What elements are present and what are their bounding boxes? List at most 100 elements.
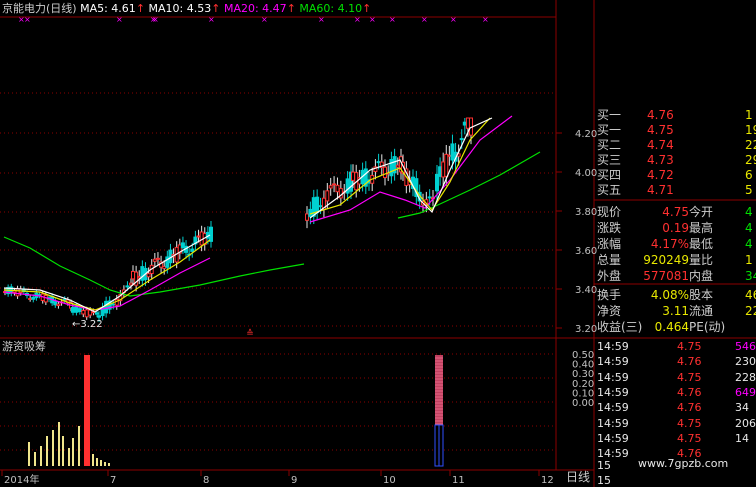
ma20-label: MA20: 4.47	[223, 2, 287, 15]
indicator-small-bar	[58, 422, 60, 466]
marker-icon: ×	[482, 15, 489, 24]
candle-body	[129, 282, 133, 286]
date-tick-label: 10	[383, 475, 396, 486]
stat-row-k1: 现价	[597, 205, 622, 219]
stat-row-v1: 4.17%	[650, 237, 689, 251]
candle-body	[84, 309, 89, 318]
candle-body	[88, 309, 93, 316]
candle-body	[318, 205, 323, 208]
trade-row-time: 14:59	[597, 340, 629, 353]
indicator-small-bar	[78, 426, 80, 466]
indicator-bars	[28, 355, 444, 467]
indicator-tick-label: 0.00	[572, 398, 594, 409]
price-tick-label: 3.80	[575, 207, 597, 218]
trade-row-price: 4.75	[677, 370, 702, 384]
candle-body	[315, 196, 320, 214]
trade-row-price: 4.76	[677, 385, 702, 399]
period-tab[interactable]: 日线	[566, 470, 590, 484]
stat-row-k1: 换手	[597, 288, 622, 302]
order-book-row: 买二 4.74 22	[597, 138, 756, 153]
stat-row-k2: 量比	[689, 253, 714, 267]
stat-row-k1: 净资	[597, 304, 622, 318]
order-book-row-label: 买二	[597, 138, 622, 152]
order-book-row-vol: 19	[745, 123, 756, 137]
order-book-row-label: 买一	[597, 123, 622, 137]
indicator-small-bar	[108, 463, 110, 466]
marker-icon: ×	[116, 15, 123, 24]
stat-row-v2: 22.	[745, 304, 756, 318]
stock-title: 京能电力(日线)	[2, 2, 77, 15]
ma20-line	[309, 115, 513, 223]
date-tick-label: 11	[452, 475, 465, 486]
candle-body	[444, 153, 449, 177]
stat-row: 收益(三) 0.464 PE(动)	[597, 320, 756, 335]
candle-body	[351, 171, 355, 181]
order-book-row-label: 买三	[597, 153, 622, 167]
indicator-small-bar	[62, 436, 64, 466]
stat-row-k2: 最高	[689, 221, 714, 235]
stat-row-k2: 今开	[689, 205, 714, 219]
candle-body	[383, 166, 387, 179]
marker-icon: ×	[450, 15, 457, 24]
price-tick-label: 4.00	[575, 168, 597, 179]
stat-row-v2: 4	[745, 237, 753, 251]
candle-body	[459, 138, 464, 141]
order-book-partial: 买一 4.76 1	[597, 108, 756, 123]
trade-row-vol: 546	[735, 340, 756, 353]
order-book-row-price: 4.74	[647, 138, 674, 152]
date-tick-label: 7	[110, 475, 116, 486]
ma10-label: MA10: 4.53	[148, 2, 212, 15]
trade-row-price: 4.75	[677, 340, 702, 353]
stat-row-k1: 总量	[597, 253, 622, 267]
marker-icon: ×	[318, 15, 325, 24]
stat-row-k1: 外盘	[597, 269, 622, 283]
ma20-arrow-icon: ↑	[286, 2, 296, 15]
ma60-arrow-icon: ↑	[362, 2, 372, 15]
indicator-signal-bar	[435, 355, 443, 425]
marker-icon: ×	[208, 15, 215, 24]
stat-row: 涨幅 4.17% 最低 4	[597, 237, 756, 252]
indicator-small-bar	[100, 460, 102, 466]
trade-row-partial: 15	[597, 474, 611, 487]
candle-body	[328, 185, 333, 189]
date-tick-label: 2014年	[4, 473, 39, 486]
order-book-row-price: 4.71	[647, 183, 674, 197]
candle-body	[56, 303, 61, 307]
candle-body	[447, 154, 452, 157]
trade-row-price: 4.76	[677, 355, 702, 369]
stat-row-v1: 920249	[643, 253, 689, 267]
candle-body	[465, 117, 470, 129]
order-book-row-price: 4.72	[647, 168, 674, 182]
candle-body	[53, 301, 58, 306]
marker-icon: ×	[389, 15, 396, 24]
trade-row: 14:59 4.76 649	[597, 385, 756, 400]
trade-row: 14:59 4.75 228	[597, 370, 756, 385]
ma5-arrow-icon: ↑	[135, 2, 146, 15]
indicator-small-bar	[46, 436, 48, 466]
trade-row-vol: 206	[735, 416, 756, 430]
stat-row-v1: 0.464	[654, 320, 689, 334]
indicator-small-bar	[104, 462, 106, 466]
trade-row: 14:59 4.76 34	[597, 400, 756, 415]
stat-row: 外盘 577081内盘 343	[597, 269, 756, 284]
date-tick-label: 12	[541, 475, 554, 486]
candle-body	[450, 143, 455, 161]
candle-body	[325, 190, 330, 202]
order-book-partial-vol: 1	[745, 108, 753, 122]
trade-row: 14:59 4.75 546	[597, 339, 756, 354]
trade-row: 14:59 4.75 206	[597, 416, 756, 431]
order-book-row-price: 4.75	[647, 123, 674, 137]
order-book-row: 买四 4.72 6	[597, 168, 756, 183]
ma60-label: MA60: 4.10	[299, 2, 363, 15]
price-tick-label: 4.20	[575, 129, 597, 140]
indicator-small-bar	[52, 430, 54, 466]
marker-icon: ×	[24, 15, 31, 24]
stat-row-k2: 流通	[689, 304, 714, 318]
stat-row-k1: 涨幅	[597, 237, 622, 251]
stat-row-k2: PE(动)	[689, 320, 726, 334]
trade-row-time: 14:59	[597, 431, 629, 445]
candle-body	[15, 288, 20, 297]
indicator-small-bar	[92, 454, 94, 466]
candle-body	[95, 312, 99, 315]
order-book-row-vol: 5	[745, 183, 753, 197]
